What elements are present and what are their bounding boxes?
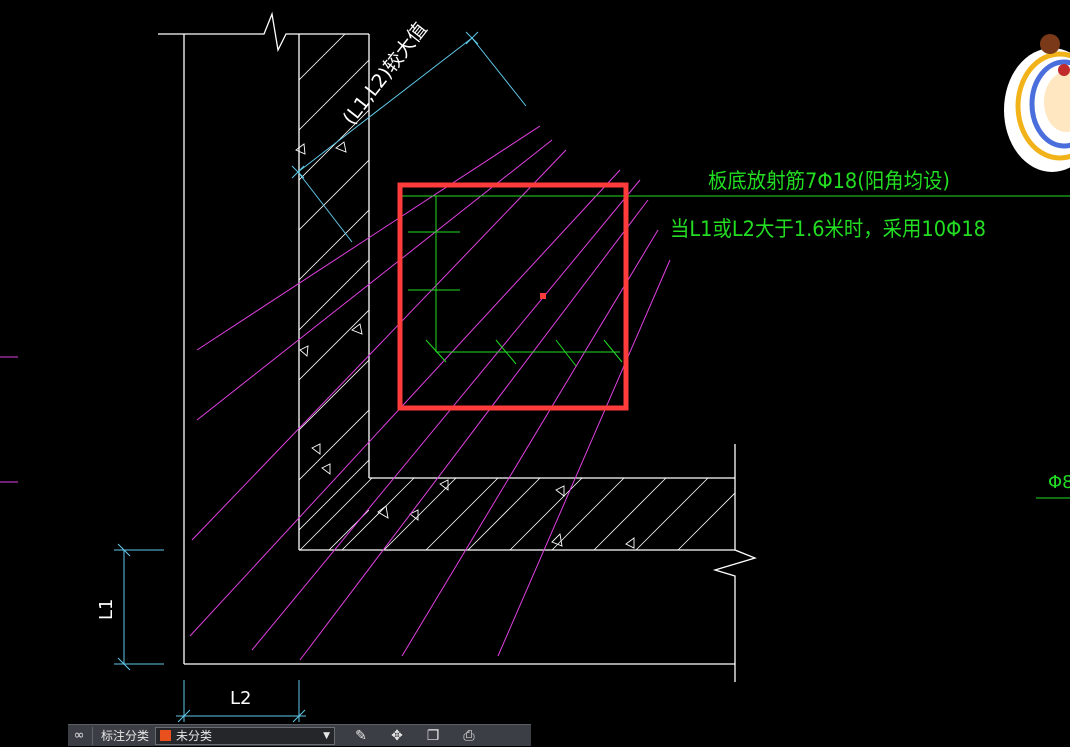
dimension-lines — [114, 31, 527, 723]
cad-drawing-canvas[interactable]: (L1,L2)较大值 板底放射筋7Φ18(阳角均设) 当L1或L2大于1.6米时… — [0, 0, 1070, 746]
copy-icon[interactable]: ❐ — [415, 725, 451, 747]
dim-label-l1: L1 — [96, 599, 117, 620]
mascot-sticker-icon — [1004, 34, 1070, 172]
move-icon[interactable]: ✥ — [379, 725, 415, 747]
concrete-aggregate-marks — [295, 141, 635, 549]
dim-label-l2: L2 — [230, 688, 251, 709]
annotation-line-2: 当L1或L2大于1.6米时，采用10Φ18 — [670, 217, 986, 241]
category-select-value: 未分类 — [176, 729, 213, 743]
layers-icon[interactable]: ∞ — [68, 725, 90, 747]
wall-hatch-horizontal — [299, 478, 735, 550]
wall-outline — [158, 11, 757, 682]
toolbar-separator — [92, 726, 93, 745]
highlight-selection-box[interactable] — [397, 182, 629, 411]
edge-cut-label: Φ8 — [1048, 472, 1070, 493]
annotation-lines — [402, 195, 1070, 499]
annotation-line-1: 板底放射筋7Φ18(阳角均设) — [708, 169, 950, 193]
category-label: 标注分类 — [101, 729, 150, 743]
annotation-toolbar: ∞ 标注分类 未分类 ▼ ✎ ✥ ❐ ⎙ — [68, 724, 531, 746]
radial-rebars — [0, 125, 671, 661]
cursor-point-marker — [540, 293, 546, 299]
category-select[interactable]: 未分类 ▼ — [155, 726, 336, 745]
toolbar-tools: ✎ ✥ ❐ ⎙ — [343, 725, 487, 747]
print-icon[interactable]: ⎙ — [451, 725, 487, 747]
chevron-down-icon: ▼ — [323, 730, 331, 741]
edit-pen-icon[interactable]: ✎ — [343, 725, 379, 747]
dim-note-text: (L1,L2)较大值 — [339, 18, 432, 129]
category-color-swatch — [160, 730, 172, 741]
